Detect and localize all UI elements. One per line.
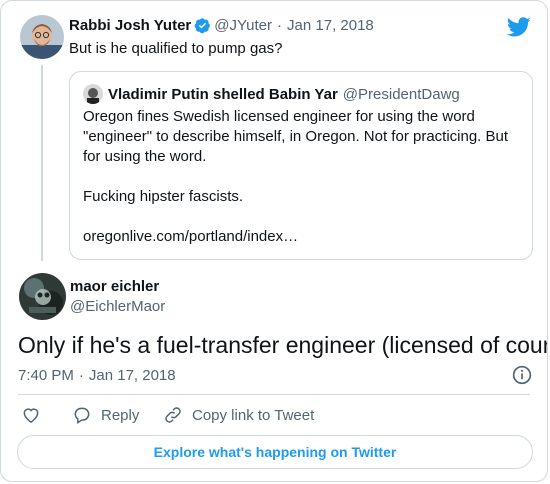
quoted-tweet-header: Vladimir Putin shelled Babin Yar @Presid… bbox=[83, 84, 460, 104]
avatar-maor-eichler[interactable] bbox=[19, 273, 66, 320]
quoted-author-handle: @PresidentDawg bbox=[342, 85, 460, 103]
avatar-rabbi-josh-yuter[interactable] bbox=[20, 15, 64, 59]
copy-link-button[interactable]: Copy link to Tweet bbox=[163, 405, 314, 425]
verified-badge-icon bbox=[194, 18, 211, 34]
twitter-logo-icon[interactable] bbox=[507, 15, 531, 39]
reply-button[interactable]: Reply bbox=[72, 405, 139, 425]
explore-twitter-button[interactable]: Explore what's happening on Twitter bbox=[17, 435, 533, 469]
avatar-quoted-author bbox=[83, 84, 103, 104]
quoted-tweet-link: oregonlive.com/portland/index… bbox=[83, 228, 299, 245]
reply-label: Reply bbox=[101, 406, 140, 424]
header-separator: · bbox=[277, 17, 283, 34]
parent-tweet-text: But is he qualified to pump gas? bbox=[69, 40, 283, 57]
quoted-tweet-card[interactable]: Vladimir Putin shelled Babin Yar @Presid… bbox=[69, 71, 533, 260]
main-author-name[interactable]: maor eichler bbox=[70, 278, 159, 295]
quoted-tweet-paragraph: Oregon fines Swedish licensed engineer f… bbox=[83, 108, 509, 165]
quoted-tweet-paragraph: Fucking hipster fascists. bbox=[83, 188, 244, 205]
quoted-author-name: Vladimir Putin shelled Babin Yar bbox=[108, 85, 338, 103]
author-name[interactable]: Rabbi Josh Yuter bbox=[69, 17, 191, 34]
link-icon bbox=[165, 407, 181, 423]
parent-tweet-header: Rabbi Josh Yuter @JYuter · Jan 17, 2018 bbox=[69, 17, 374, 34]
tweet-embed-card: Rabbi Josh Yuter @JYuter · Jan 17, 2018 … bbox=[0, 0, 548, 482]
copy-link-label: Copy link to Tweet bbox=[192, 406, 315, 424]
tweet-date[interactable]: Jan 17, 2018 bbox=[287, 17, 374, 34]
info-icon[interactable] bbox=[512, 365, 532, 385]
author-handle[interactable]: @JYuter bbox=[214, 17, 272, 34]
timestamp-separator: · bbox=[78, 367, 84, 384]
like-button[interactable] bbox=[21, 405, 41, 425]
tweet-date[interactable]: Jan 17, 2018 bbox=[89, 367, 176, 384]
divider bbox=[18, 394, 530, 395]
tweet-time[interactable]: 7:40 PM bbox=[18, 367, 74, 384]
reply-icon bbox=[74, 407, 90, 424]
main-author-handle[interactable]: @EichlerMaor bbox=[70, 298, 165, 315]
heart-icon bbox=[23, 408, 39, 423]
main-tweet-text: Only if he's a fuel-transfer engineer (l… bbox=[18, 332, 548, 358]
thread-connector-line bbox=[41, 65, 43, 261]
main-tweet-timestamp[interactable]: 7:40 PM · Jan 17, 2018 bbox=[18, 367, 176, 384]
